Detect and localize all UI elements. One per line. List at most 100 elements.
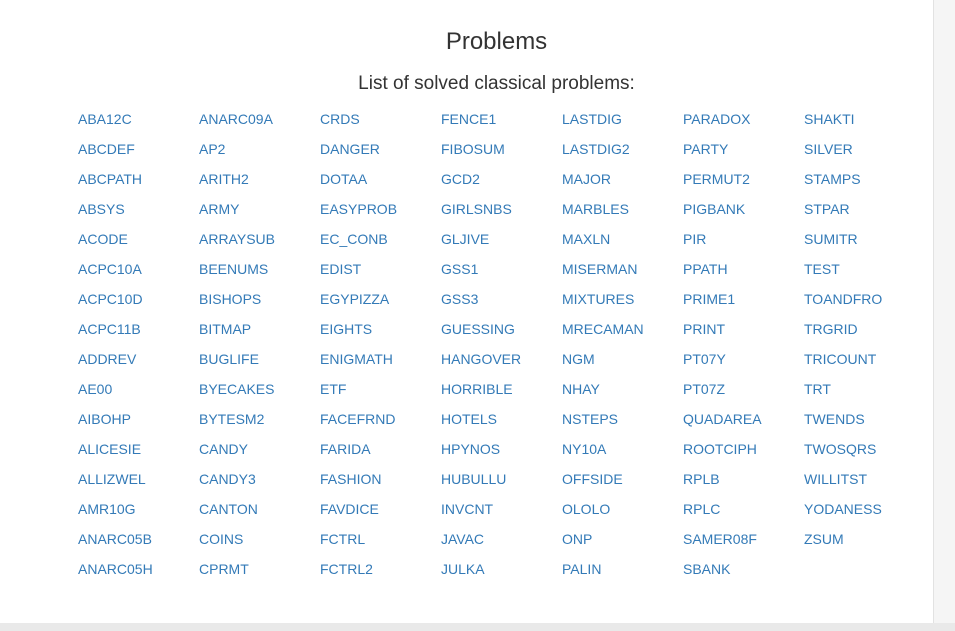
problem-link[interactable]: HOTELS (441, 406, 562, 436)
problem-link[interactable]: AIBOHP (78, 406, 199, 436)
problem-link[interactable]: DOTAA (320, 166, 441, 196)
problem-link[interactable]: SBANK (683, 556, 804, 586)
problem-link[interactable]: ONP (562, 526, 683, 556)
problem-link[interactable]: HANGOVER (441, 346, 562, 376)
problem-link[interactable]: HPYNOS (441, 436, 562, 466)
problem-link[interactable]: ROOTCIPH (683, 436, 804, 466)
problem-link[interactable]: NGM (562, 346, 683, 376)
problem-link[interactable]: STAMPS (804, 166, 925, 196)
problem-link[interactable]: CPRMT (199, 556, 320, 586)
problem-link[interactable]: ALLIZWEL (78, 466, 199, 496)
problem-link[interactable]: WILLITST (804, 466, 925, 496)
problem-link[interactable]: ANARC09A (199, 106, 320, 136)
problem-link[interactable]: TRICOUNT (804, 346, 925, 376)
problem-link[interactable]: MIXTURES (562, 286, 683, 316)
problem-link[interactable]: OFFSIDE (562, 466, 683, 496)
problem-link[interactable]: TWOSQRS (804, 436, 925, 466)
problem-link[interactable]: ALICESIE (78, 436, 199, 466)
problem-link[interactable]: BISHOPS (199, 286, 320, 316)
problem-link[interactable]: ACPC11B (78, 316, 199, 346)
problem-link[interactable]: ANARC05B (78, 526, 199, 556)
problem-link[interactable]: RPLB (683, 466, 804, 496)
problem-link[interactable]: PT07Z (683, 376, 804, 406)
problem-link[interactable]: AE00 (78, 376, 199, 406)
problem-link[interactable]: HUBULLU (441, 466, 562, 496)
problem-link[interactable]: INVCNT (441, 496, 562, 526)
problem-link[interactable]: GUESSING (441, 316, 562, 346)
problem-link[interactable]: STPAR (804, 196, 925, 226)
problem-link[interactable]: DANGER (320, 136, 441, 166)
problem-link[interactable]: PARTY (683, 136, 804, 166)
problem-link[interactable]: FIBOSUM (441, 136, 562, 166)
problem-link[interactable]: FCTRL (320, 526, 441, 556)
problem-link[interactable]: MRECAMAN (562, 316, 683, 346)
problem-link[interactable]: FENCE1 (441, 106, 562, 136)
problem-link[interactable]: JULKA (441, 556, 562, 586)
problem-link[interactable]: ENIGMATH (320, 346, 441, 376)
problem-link[interactable]: GSS3 (441, 286, 562, 316)
problem-link[interactable]: PARADOX (683, 106, 804, 136)
problem-link[interactable]: EASYPROB (320, 196, 441, 226)
problem-link[interactable]: AP2 (199, 136, 320, 166)
problem-link[interactable]: ARRAYSUB (199, 226, 320, 256)
problem-link[interactable]: PT07Y (683, 346, 804, 376)
problem-link[interactable]: HORRIBLE (441, 376, 562, 406)
problem-link[interactable]: MISERMAN (562, 256, 683, 286)
problem-link[interactable]: ABCDEF (78, 136, 199, 166)
problem-link[interactable]: MARBLES (562, 196, 683, 226)
problem-link[interactable]: EGYPIZZA (320, 286, 441, 316)
problem-link[interactable]: FARIDA (320, 436, 441, 466)
problem-link[interactable]: BYECAKES (199, 376, 320, 406)
problem-link[interactable]: FACEFRND (320, 406, 441, 436)
problem-link[interactable]: FAVDICE (320, 496, 441, 526)
problem-link[interactable]: ETF (320, 376, 441, 406)
problem-link[interactable]: GIRLSNBS (441, 196, 562, 226)
problem-link[interactable]: MAJOR (562, 166, 683, 196)
problem-link[interactable]: GLJIVE (441, 226, 562, 256)
problem-link[interactable]: PIGBANK (683, 196, 804, 226)
problem-link[interactable]: LASTDIG2 (562, 136, 683, 166)
problem-link[interactable]: LASTDIG (562, 106, 683, 136)
problem-link[interactable]: SUMITR (804, 226, 925, 256)
problem-link[interactable]: NHAY (562, 376, 683, 406)
problem-link[interactable]: FASHION (320, 466, 441, 496)
problem-link[interactable]: TEST (804, 256, 925, 286)
problem-link[interactable]: SHAKTI (804, 106, 925, 136)
problem-link[interactable]: FCTRL2 (320, 556, 441, 586)
problem-link[interactable]: BYTESM2 (199, 406, 320, 436)
problem-link[interactable]: NY10A (562, 436, 683, 466)
problem-link[interactable]: PIR (683, 226, 804, 256)
problem-link[interactable]: MAXLN (562, 226, 683, 256)
problem-link[interactable]: GSS1 (441, 256, 562, 286)
problem-link[interactable]: TOANDFRO (804, 286, 925, 316)
problem-link[interactable]: QUADAREA (683, 406, 804, 436)
problem-link[interactable]: TRGRID (804, 316, 925, 346)
problem-link[interactable]: PERMUT2 (683, 166, 804, 196)
problem-link[interactable]: EC_CONB (320, 226, 441, 256)
problem-link[interactable]: BUGLIFE (199, 346, 320, 376)
problem-link[interactable]: PALIN (562, 556, 683, 586)
problem-link[interactable]: PRIME1 (683, 286, 804, 316)
problem-link[interactable]: ABCPATH (78, 166, 199, 196)
problem-link[interactable]: AMR10G (78, 496, 199, 526)
problem-link[interactable]: ABA12C (78, 106, 199, 136)
problem-link[interactable]: JAVAC (441, 526, 562, 556)
problem-link[interactable]: CANTON (199, 496, 320, 526)
problem-link[interactable]: ZSUM (804, 526, 925, 556)
problem-link[interactable]: CANDY3 (199, 466, 320, 496)
problem-link[interactable]: YODANESS (804, 496, 925, 526)
problem-link[interactable]: COINS (199, 526, 320, 556)
problem-link[interactable]: ABSYS (78, 196, 199, 226)
problem-link[interactable]: ADDREV (78, 346, 199, 376)
problem-link[interactable]: EIGHTS (320, 316, 441, 346)
problem-link[interactable]: ARMY (199, 196, 320, 226)
problem-link[interactable]: ARITH2 (199, 166, 320, 196)
problem-link[interactable]: ANARC05H (78, 556, 199, 586)
problem-link[interactable]: ACPC10A (78, 256, 199, 286)
problem-link[interactable]: SAMER08F (683, 526, 804, 556)
problem-link[interactable]: BEENUMS (199, 256, 320, 286)
problem-link[interactable]: ACPC10D (78, 286, 199, 316)
problem-link[interactable]: CRDS (320, 106, 441, 136)
problem-link[interactable]: OLOLO (562, 496, 683, 526)
problem-link[interactable]: SILVER (804, 136, 925, 166)
